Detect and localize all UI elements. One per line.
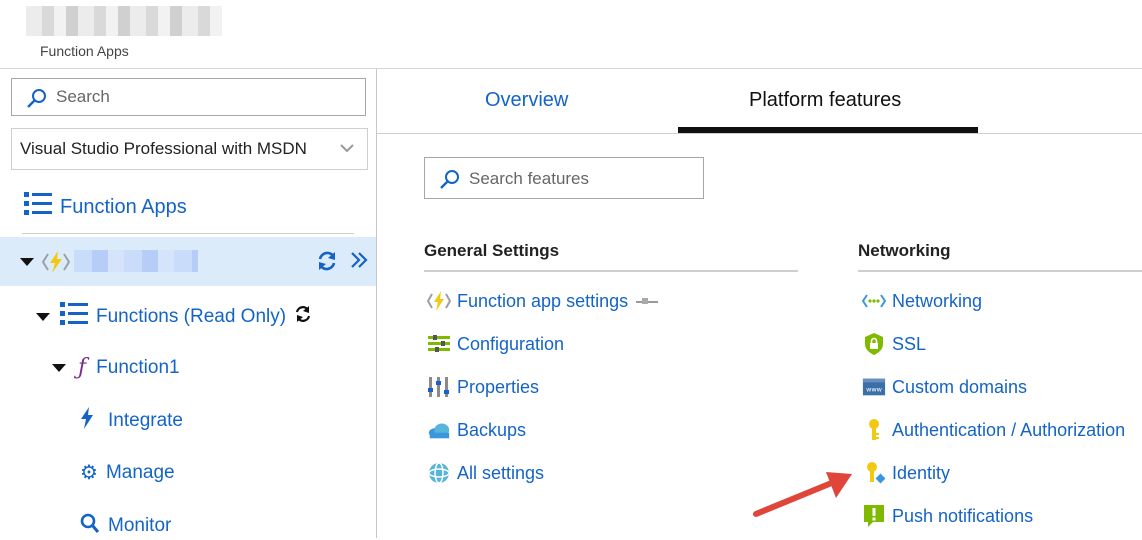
tree-item-monitor[interactable]: Monitor	[80, 512, 171, 540]
authentication-authorization-link[interactable]: Authentication / Authorization	[862, 418, 1125, 442]
features-search-box[interactable]	[424, 157, 704, 199]
tree-item-integrate[interactable]: Integrate	[80, 407, 183, 435]
features-search-input[interactable]	[469, 168, 689, 190]
tree-item-functions-label: Functions (Read Only)	[96, 306, 287, 327]
tab-overview[interactable]: Overview	[485, 89, 568, 112]
tree-item-integrate-label: Integrate	[108, 410, 183, 431]
properties-link[interactable]: Properties	[427, 375, 539, 399]
shield-lock-icon	[862, 332, 886, 356]
function-app-settings-label: Function app settings	[457, 290, 629, 311]
push-notifications-label: Push notifications	[892, 505, 1034, 526]
divider	[858, 270, 1142, 272]
subscription-select[interactable]: Visual Studio Professional with MSDN	[11, 128, 368, 170]
key-icon	[862, 418, 886, 442]
app-title-blurred	[26, 6, 222, 36]
tree-item-function1[interactable]: ƒ Function1	[52, 355, 180, 380]
www-icon: www	[862, 375, 886, 399]
nav-search-input[interactable]	[56, 86, 356, 108]
function-app-name-blurred	[74, 250, 198, 272]
selected-function-app-row[interactable]	[0, 237, 376, 286]
networking-link[interactable]: Networking	[862, 289, 982, 313]
configuration-link[interactable]: Configuration	[427, 332, 564, 356]
all-settings-link[interactable]: All settings	[427, 461, 544, 485]
identity-label: Identity	[892, 462, 951, 483]
tree-item-functions[interactable]: Functions (Read Only)	[36, 301, 312, 333]
push-notification-icon	[862, 504, 886, 528]
networking-heading: Networking	[858, 241, 951, 260]
function-app-settings-link[interactable]: Function app settings	[427, 289, 660, 313]
list-icon	[60, 301, 88, 333]
gear-icon: ⚙	[80, 462, 98, 484]
search-icon	[439, 169, 461, 196]
ssl-label: SSL	[892, 333, 927, 354]
search-icon	[26, 88, 48, 115]
function-icon: ƒ	[78, 355, 87, 380]
ssl-link[interactable]: SSL	[862, 332, 926, 356]
lightning-icon	[80, 407, 94, 435]
list-icon	[24, 191, 52, 223]
properties-label: Properties	[457, 376, 540, 397]
general-settings-heading: General Settings	[424, 241, 560, 260]
expand-caret-icon[interactable]	[52, 363, 66, 372]
breadcrumb[interactable]: Function Apps	[40, 43, 129, 59]
identity-key-icon	[862, 461, 886, 485]
sync-icon[interactable]	[294, 304, 312, 330]
configuration-label: Configuration	[457, 333, 565, 354]
pin-icon	[634, 291, 660, 312]
authentication-authorization-label: Authentication / Authorization	[892, 419, 1126, 440]
tab-platform-features[interactable]: Platform features	[749, 89, 901, 112]
divider	[424, 270, 798, 272]
globe-icon	[427, 461, 451, 485]
nav-search-box[interactable]	[11, 78, 366, 116]
svg-text:www: www	[866, 386, 882, 394]
configuration-icon	[427, 332, 451, 356]
custom-domains-label: Custom domains	[892, 376, 1028, 397]
networking-label: Networking	[892, 290, 983, 311]
expand-caret-icon[interactable]	[20, 258, 34, 266]
refresh-icon[interactable]	[316, 250, 338, 277]
tree-item-function1-label: Function1	[96, 356, 180, 378]
backups-link[interactable]: Backups	[427, 418, 526, 442]
function-app-icon	[41, 249, 71, 280]
push-notifications-link[interactable]: Push notifications	[862, 504, 1033, 528]
function-app-icon	[427, 289, 451, 313]
active-tab-indicator	[678, 127, 978, 133]
properties-icon	[427, 375, 451, 399]
function-apps-label: Function Apps	[60, 195, 187, 218]
cloud-backup-icon	[427, 418, 451, 442]
networking-icon	[862, 289, 886, 313]
function-apps-link[interactable]: Function Apps	[24, 191, 187, 223]
tab-bar: Overview Platform features	[377, 69, 1142, 134]
custom-domains-link[interactable]: www Custom domains	[862, 375, 1027, 399]
tree-item-manage-label: Manage	[105, 461, 175, 483]
expand-caret-icon[interactable]	[36, 313, 50, 321]
subscription-value: Visual Studio Professional with MSDN	[20, 139, 307, 158]
magnifier-icon	[80, 512, 100, 540]
backups-label: Backups	[457, 419, 527, 440]
double-chevron-right-icon[interactable]	[349, 249, 369, 276]
identity-link[interactable]: Identity	[862, 461, 950, 485]
tree-item-monitor-label: Monitor	[108, 515, 172, 536]
divider	[22, 233, 354, 234]
left-nav-panel: Visual Studio Professional with MSDN Fun…	[0, 69, 377, 538]
all-settings-label: All settings	[457, 462, 545, 483]
tree-item-manage[interactable]: ⚙ Manage	[80, 460, 175, 485]
header: Function Apps	[0, 0, 1142, 69]
annotation-arrow	[753, 472, 852, 517]
chevron-down-icon	[339, 129, 355, 184]
